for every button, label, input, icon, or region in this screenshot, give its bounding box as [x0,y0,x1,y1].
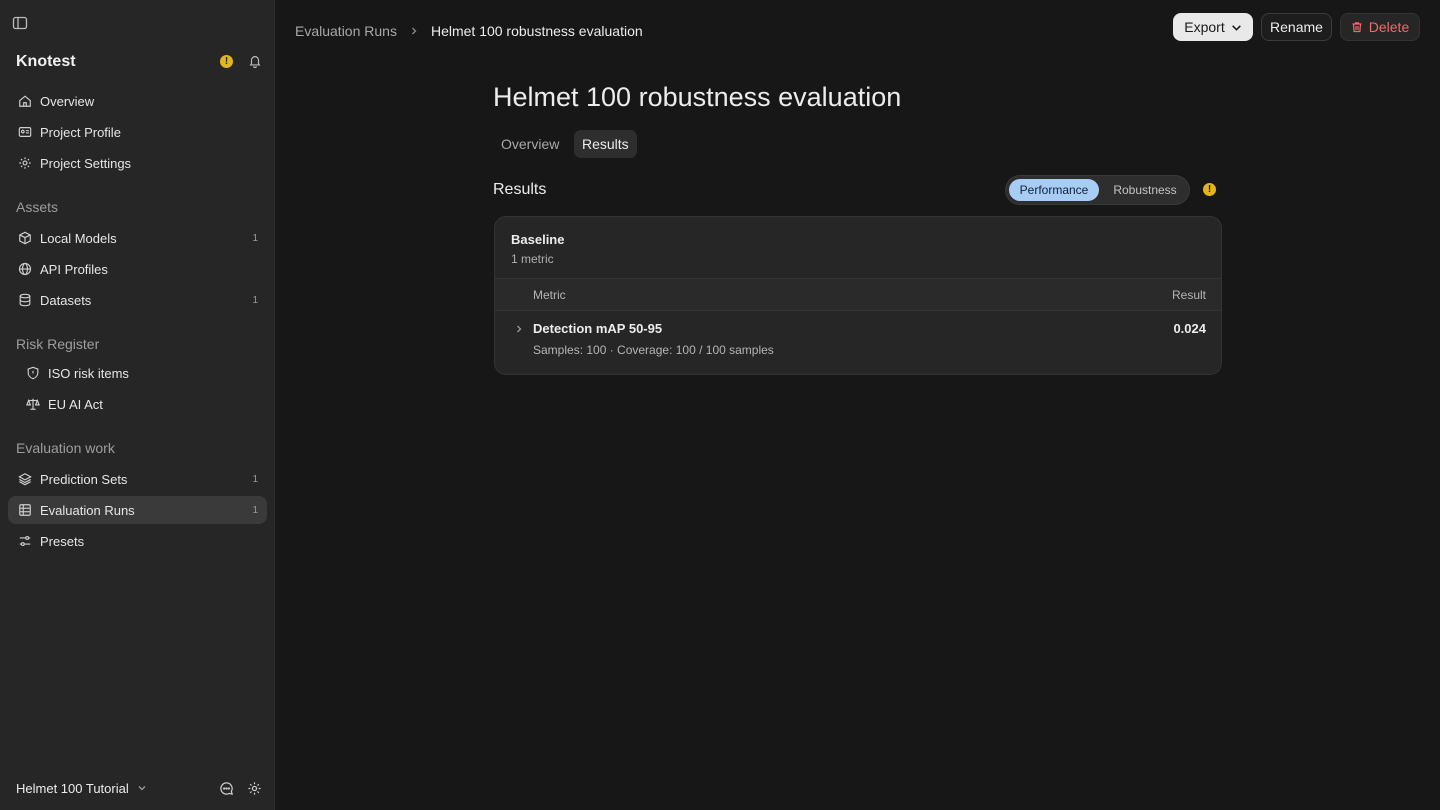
layers-icon [18,473,32,486]
table-header: Metric Result [495,278,1221,311]
metric-meta: Samples: 100 · Coverage: 100 / 100 sampl… [533,343,774,357]
card-title: Baseline [511,232,565,247]
card-subtitle: 1 metric [511,252,554,266]
chat-icon[interactable] [219,781,234,796]
home-icon [19,95,31,107]
brand-name: Knotest [16,53,76,70]
sidebar-toggle-icon[interactable] [12,15,28,31]
sidebar-item-label: Presets [40,533,85,549]
sidebar-item-label: ISO risk items [48,365,129,381]
chevron-down-icon [1231,24,1241,31]
sidebar-item-label: Evaluation Runs [40,502,135,518]
export-label: Export [1184,19,1225,35]
sidebar-item-label: Project Settings [40,155,132,171]
delete-button[interactable]: Delete [1340,13,1420,41]
shield-icon [27,366,39,380]
sidebar-item-local-models[interactable]: Local Models 1 [8,224,267,252]
table-icon [19,504,31,516]
tab-overview[interactable]: Overview [493,130,567,158]
sidebar-item-api-profiles[interactable]: API Profiles [8,255,267,283]
project-switcher[interactable]: Helmet 100 Tutorial [16,778,266,798]
card-header: Baseline 1 metric [511,232,564,266]
sidebar-item-iso-risk-items[interactable]: ISO risk items [8,359,267,387]
sidebar-item-overview[interactable]: Overview [8,87,267,115]
item-count: 1 [252,504,258,516]
section-label-evaluation-work: Evaluation work [16,440,115,456]
page-title: Helmet 100 robustness evaluation [493,82,902,112]
sidebar-item-label: Project Profile [40,124,121,140]
warning-icon[interactable]: ! [220,55,233,68]
tab-results[interactable]: Results [574,130,637,158]
metric-value: 0.024 [1173,321,1206,336]
sidebar-item-datasets[interactable]: Datasets 1 [8,286,267,314]
sidebar-item-label: Overview [40,93,95,109]
column-header-result: Result [1171,288,1206,302]
gear-icon [19,157,31,169]
sidebar-item-eu-ai-act[interactable]: EU AI Act [8,390,267,418]
breadcrumb-current: Helmet 100 robustness evaluation [430,23,643,39]
sidebar-item-label: Datasets [40,292,92,308]
export-button[interactable]: Export [1173,13,1253,41]
sidebar-item-label: API Profiles [40,261,108,277]
toggle-performance[interactable]: Performance [1009,179,1099,201]
baseline-card: Baseline 1 metric Metric Result Detectio… [494,216,1222,375]
sidebar-item-project-settings[interactable]: Project Settings [8,149,267,177]
sidebar-item-project-profile[interactable]: Project Profile [8,118,267,146]
results-section-title: Results [493,181,547,198]
id-card-icon [18,127,32,137]
warning-icon[interactable]: ! [1203,183,1216,196]
chevron-down-icon [138,786,146,791]
item-count: 1 [252,473,258,485]
scale-icon [26,398,40,410]
chevron-right-icon [411,27,417,35]
column-header-metric: Metric [533,288,566,302]
toggle-robustness[interactable]: Robustness [1104,179,1186,201]
table-row[interactable]: Detection mAP 50-95 Samples: 100 · Cover… [495,312,1221,374]
breadcrumb-parent-link[interactable]: Evaluation Runs [295,23,397,39]
cube-icon [19,231,31,245]
section-label-risk-register: Risk Register [16,336,100,352]
sliders-icon [19,535,31,547]
sidebar: Knotest ! Overview Project Profile Proje… [0,0,275,810]
brand-row: Knotest ! [16,52,266,72]
sidebar-item-label: Prediction Sets [40,471,128,487]
gear-icon[interactable] [247,781,262,796]
project-name: Helmet 100 Tutorial [16,780,129,796]
sidebar-item-label: EU AI Act [48,396,103,412]
sidebar-item-label: Local Models [40,230,117,246]
rename-button[interactable]: Rename [1261,13,1332,41]
results-view-toggle: Performance Robustness [1005,175,1190,205]
sidebar-item-presets[interactable]: Presets [8,527,267,555]
breadcrumb: Evaluation Runs Helmet 100 robustness ev… [295,22,643,40]
section-label-assets: Assets [16,199,59,215]
globe-icon [18,262,32,276]
database-icon [19,293,31,307]
trash-icon [1352,22,1362,33]
chevron-right-icon[interactable] [514,324,524,334]
item-count: 1 [252,232,258,244]
item-count: 1 [252,294,258,306]
delete-label: Delete [1368,19,1410,35]
sidebar-item-evaluation-runs[interactable]: Evaluation Runs 1 [8,496,267,524]
metric-name: Detection mAP 50-95 [533,321,663,336]
bell-icon[interactable] [248,54,262,68]
sidebar-item-prediction-sets[interactable]: Prediction Sets 1 [8,465,267,493]
